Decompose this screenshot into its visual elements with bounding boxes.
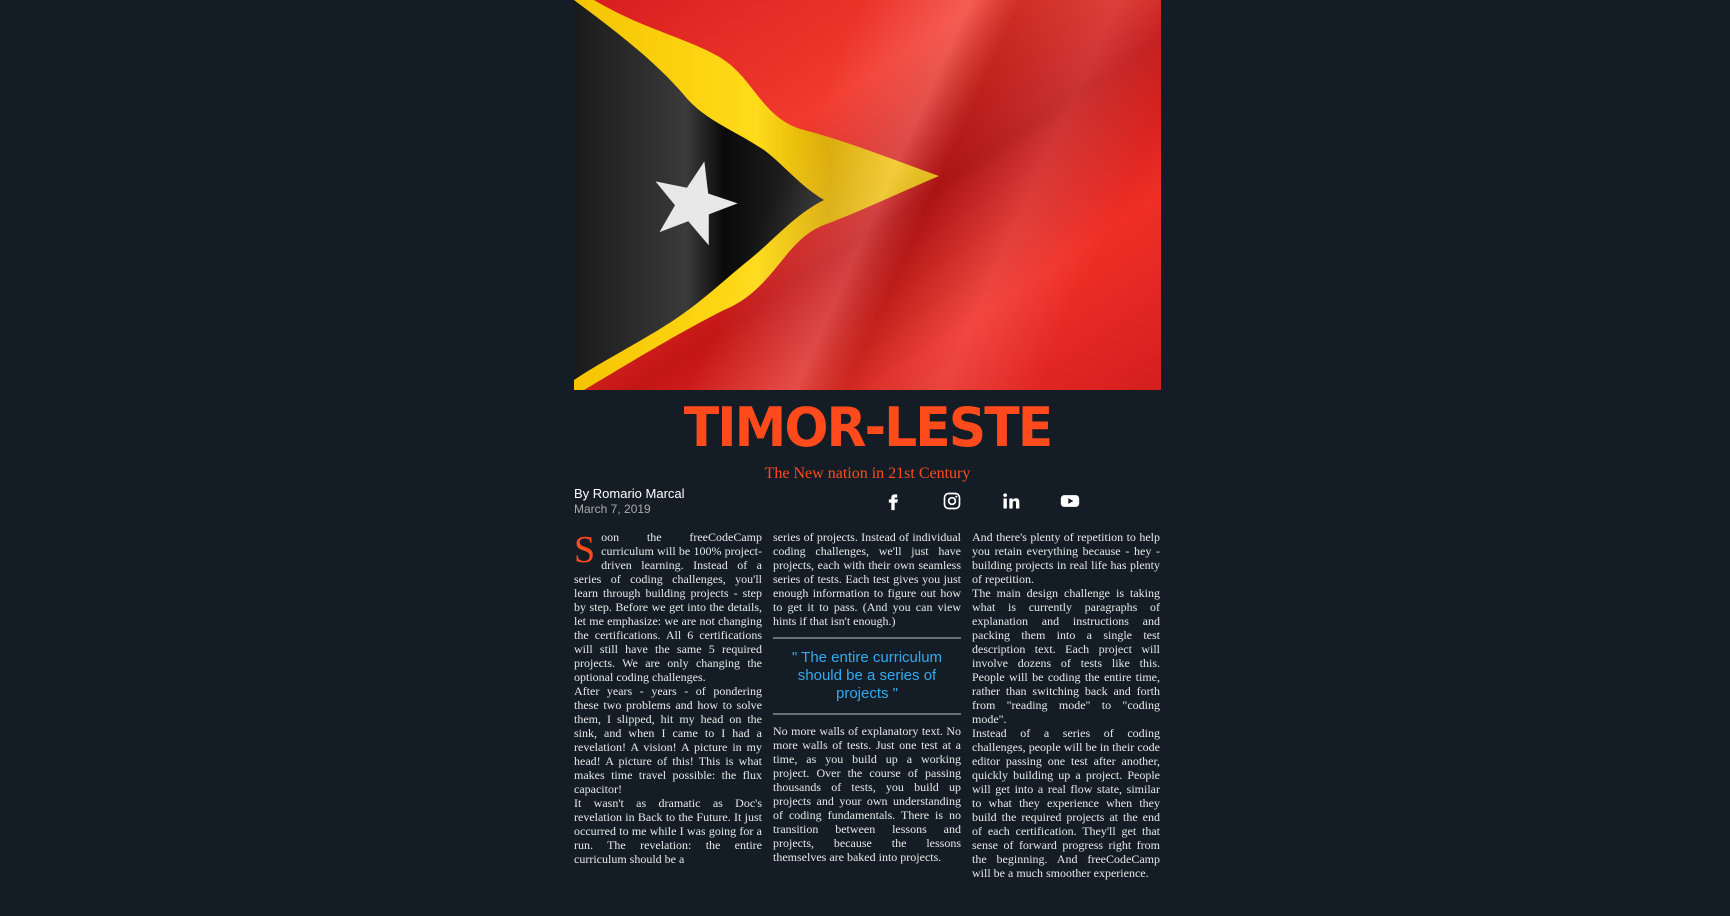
paragraph: And there's plenty of repetition to help… [972,530,1160,586]
paragraph: It wasn't as dramatic as Doc's revelatio… [574,796,762,866]
dropcap: S [574,529,596,571]
pull-quote: " The entire curriculum should be a seri… [773,637,961,715]
publish-date: March 7, 2019 [574,502,651,516]
paragraph: The main design challenge is taking what… [972,586,1160,726]
paragraph: Soon the freeCodeCamp curriculum will be… [574,530,762,684]
article-title: TIMOR-LESTE [683,396,1054,460]
instagram-icon[interactable] [922,490,981,512]
article-subtitle: The New nation in 21st Century [764,465,971,482]
facebook-icon[interactable] [863,490,922,512]
linkedin-icon[interactable] [981,490,1040,512]
column-2: series of projects. Instead of individua… [773,530,961,880]
timor-leste-flag-image [574,0,1161,390]
byline: By Romario Marcal [574,486,685,501]
social-links [863,490,1099,512]
column-1: Soon the freeCodeCamp curriculum will be… [574,530,762,880]
paragraph: After years - years - of pondering these… [574,684,762,796]
paragraph: Instead of a series of coding challenges… [972,726,1160,880]
paragraph-text: oon the freeCodeCamp curriculum will be … [574,530,762,684]
meta-row: By Romario Marcal March 7, 2019 [574,484,1161,526]
column-3: And there's plenty of repetition to help… [972,530,1160,880]
paragraph: series of projects. Instead of individua… [773,530,961,628]
paragraph: No more walls of explanatory text. No mo… [773,724,961,864]
youtube-icon[interactable] [1040,490,1099,512]
article-body: Soon the freeCodeCamp curriculum will be… [574,530,1161,880]
article: TIMOR-LESTE The New nation in 21st Centu… [574,0,1161,880]
